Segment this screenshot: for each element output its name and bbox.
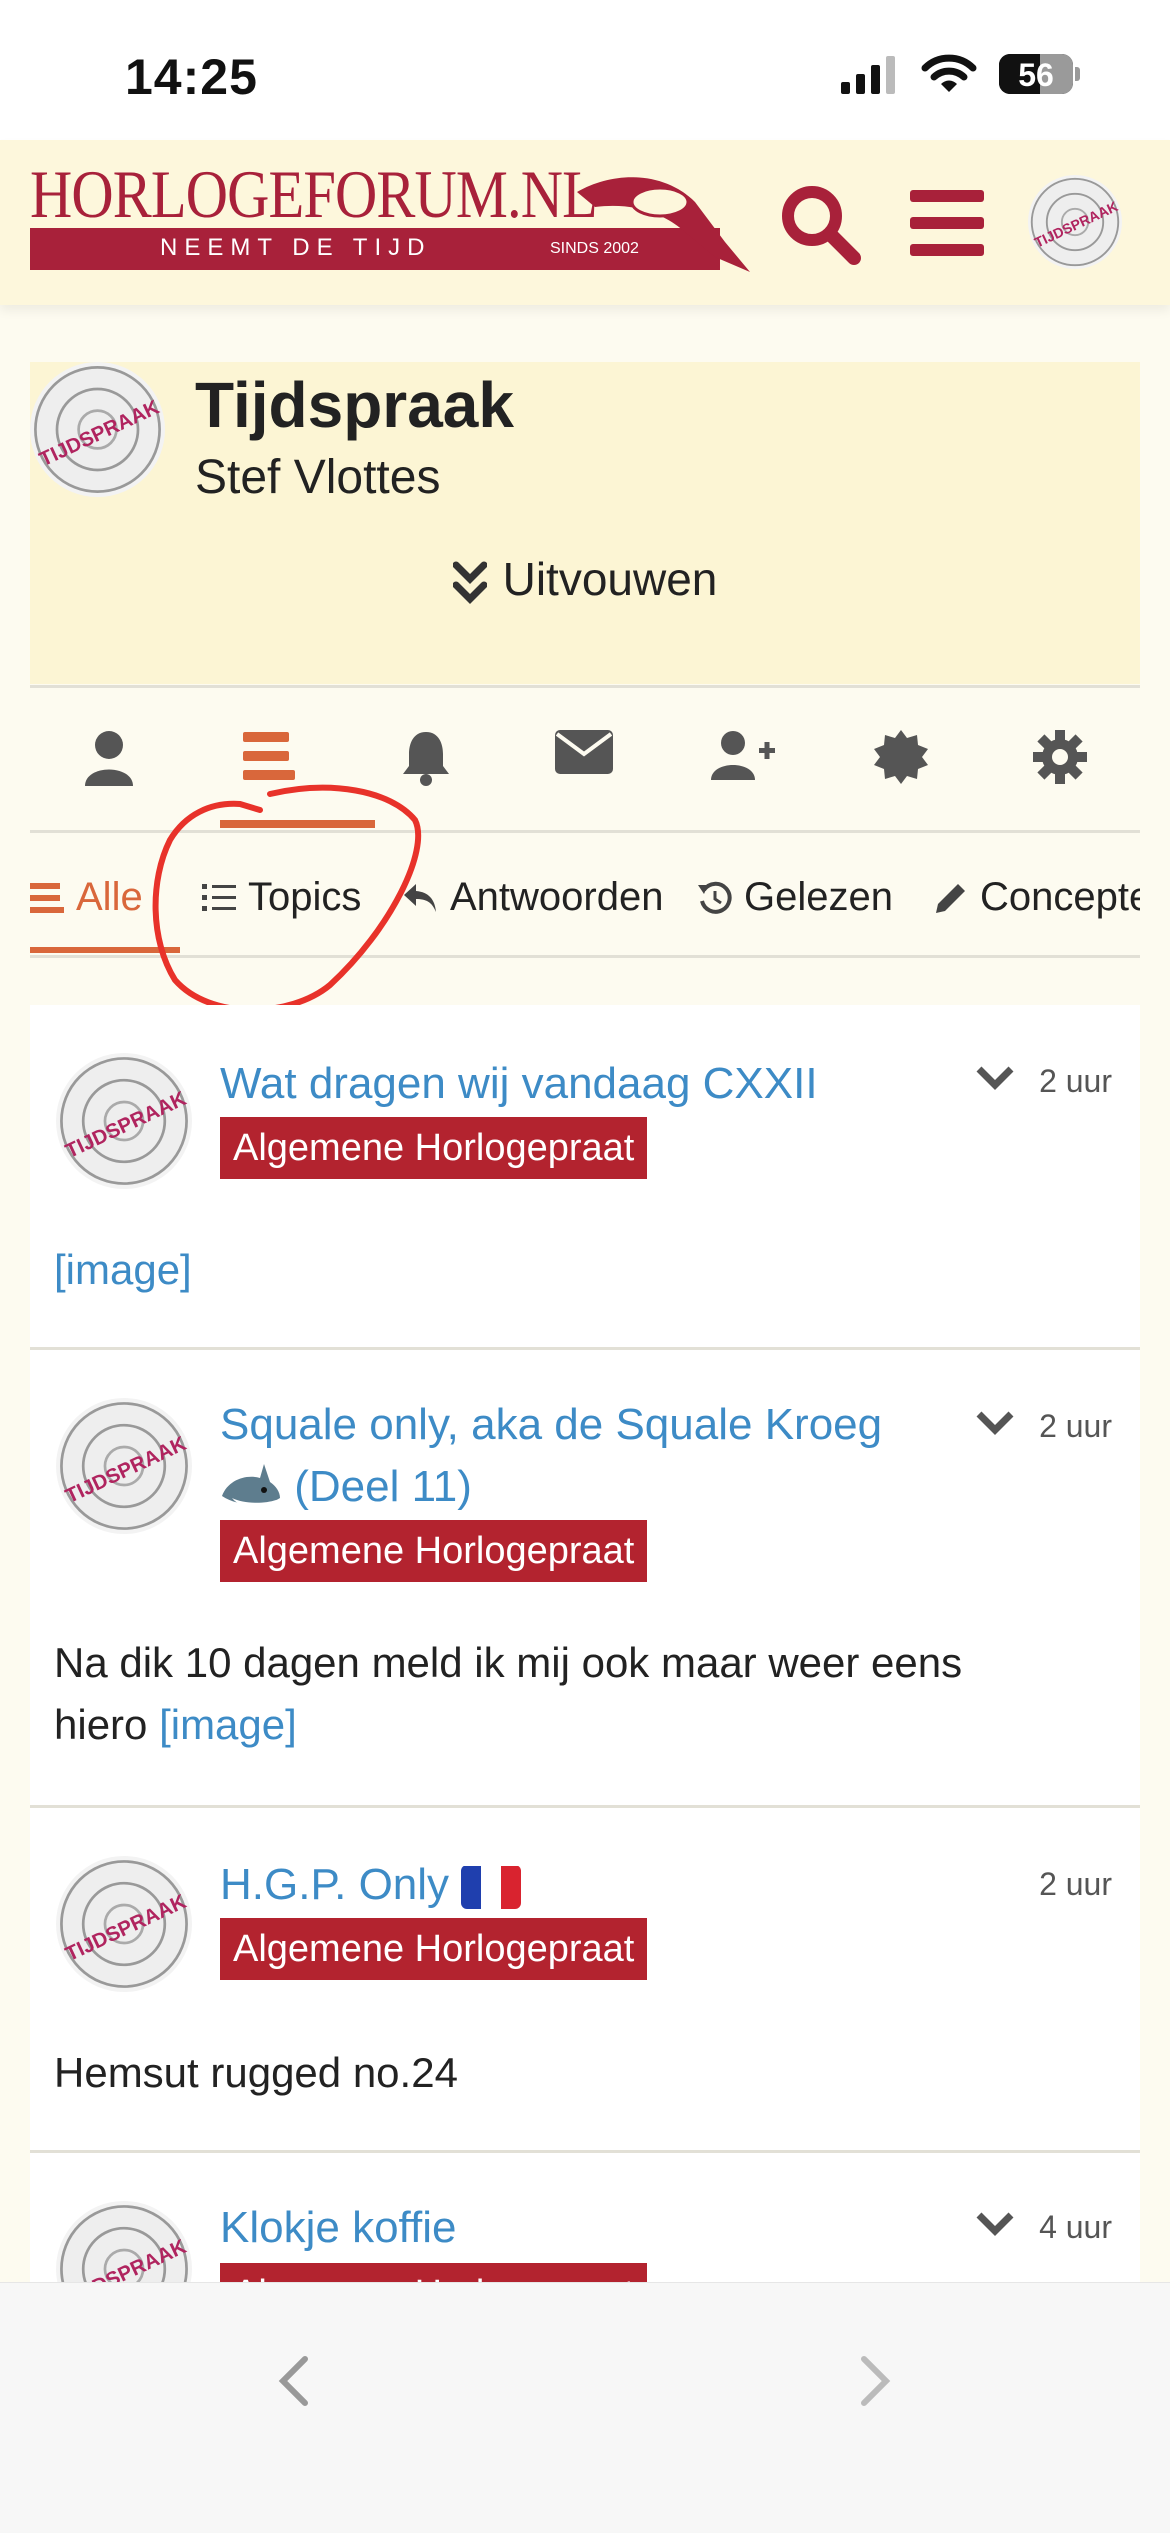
post-title[interactable]: Wat dragen wij vandaag CXXII xyxy=(220,1053,980,1115)
nav-invites[interactable] xyxy=(693,730,793,800)
status-bar: 14:25 56 xyxy=(0,0,1170,140)
category-badge[interactable]: Algemene Horlogepraat xyxy=(220,1918,648,1980)
france-flag-icon xyxy=(461,1865,522,1910)
profile-avatar: TIJDSPRAAK xyxy=(30,362,165,497)
post-time: 2 uur xyxy=(1039,1408,1112,1444)
post-time: 2 uur xyxy=(1039,1866,1112,1902)
post-excerpt: Na dik 10 dagen meld ik mij ook maar wee… xyxy=(54,1639,963,1748)
nav-preferences[interactable] xyxy=(1010,730,1110,800)
post-title[interactable]: Squale only, aka de Squale Kroeg (Deel 1… xyxy=(220,1394,980,1518)
post-title[interactable]: H.G.P. Only xyxy=(220,1854,980,1916)
shark-icon xyxy=(222,1464,280,1509)
tab-antwoorden[interactable]: Antwoorden xyxy=(402,875,663,920)
status-icons: 56 xyxy=(839,54,1080,94)
logo-text: HORLOGEFORUM.NL xyxy=(30,156,598,232)
tab-concepten[interactable]: Concepten xyxy=(934,875,1140,920)
user-plus-icon xyxy=(711,731,775,780)
chevron-down-icon[interactable] xyxy=(975,1065,1015,1091)
pencil-icon xyxy=(936,883,965,913)
post-title[interactable]: Klokje koffie xyxy=(220,2197,980,2259)
expand-button[interactable]: Uitvouwen xyxy=(30,552,1140,606)
envelope-icon xyxy=(555,730,613,774)
expand-label: Uitvouwen xyxy=(502,553,718,605)
post-time: 4 uur xyxy=(1039,2209,1112,2245)
category-badge[interactable]: Algemene Horlogepraat xyxy=(220,1117,648,1179)
signal-icon xyxy=(841,56,895,94)
user-icon xyxy=(85,731,133,786)
chevron-down-icon[interactable] xyxy=(975,2211,1015,2237)
post-item[interactable]: TIJDSPRAAK Wat dragen wij vandaag CXXII … xyxy=(30,1005,1140,1347)
post-item[interactable]: TIJDSPRAAK H.G.P. Only Algemene Horlogep… xyxy=(30,1808,1140,2150)
nav-messages[interactable] xyxy=(534,730,634,800)
annotation-circle xyxy=(152,784,422,1013)
tab-gelezen[interactable]: Gelezen xyxy=(698,875,893,920)
double-chevron-down-icon xyxy=(452,561,488,604)
browser-toolbar xyxy=(0,2282,1170,2533)
post-excerpt: [image] xyxy=(54,1239,1114,1301)
profile-fullname: Stef Vlottes xyxy=(195,451,441,504)
status-time: 14:25 xyxy=(125,49,258,105)
search-icon[interactable] xyxy=(778,182,862,266)
logo-tagline: NEEMT DE TIJD xyxy=(160,234,432,261)
image-link[interactable]: [image] xyxy=(159,1701,297,1748)
back-arrow-icon[interactable] xyxy=(275,2353,311,2409)
post-avatar: TIJDSPRAAK xyxy=(56,1856,192,1992)
post-excerpt: Hemsut rugged no.24 xyxy=(54,2049,458,2096)
post-avatar: TIJDSPRAAK xyxy=(56,1053,192,1189)
post-time: 2 uur xyxy=(1039,1063,1112,1099)
post-item[interactable]: TIJDSPRAAK Squale only, aka de Squale Kr… xyxy=(30,1350,1140,1805)
battery-icon: 56 xyxy=(999,54,1073,94)
wifi-icon xyxy=(921,54,977,92)
profile-username: Tijdspraak xyxy=(195,369,514,441)
profile-card: TIJDSPRAAK Tijdspraak Stef Vlottes Uitvo… xyxy=(30,362,1140,684)
bell-icon xyxy=(403,732,449,786)
post-avatar: TIJDSPRAAK xyxy=(56,1398,192,1534)
watch-hand-logo-icon xyxy=(577,177,750,272)
hamburger-menu-icon[interactable] xyxy=(910,190,984,256)
gear-icon xyxy=(1033,730,1087,784)
category-badge[interactable]: Algemene Horlogepraat xyxy=(220,1520,648,1582)
user-avatar[interactable]: TIJDSPRAAK xyxy=(1028,175,1122,269)
nav-summary[interactable] xyxy=(59,730,159,800)
post-item[interactable]: TIJDSPRAAK Klokje koffie Algemene Horlog… xyxy=(30,2153,1140,2337)
chevron-down-icon[interactable] xyxy=(975,1410,1015,1436)
badge-icon xyxy=(874,730,928,784)
activity-list-icon xyxy=(243,732,295,780)
stream-icon xyxy=(30,882,64,913)
battery-level: 56 xyxy=(1018,57,1054,93)
nav-badges[interactable] xyxy=(851,730,951,800)
forum-header: HORLOGEFORUM.NL NEEMT DE TIJD SINDS 2002… xyxy=(0,140,1170,305)
forum-logo[interactable]: HORLOGEFORUM.NL NEEMT DE TIJD SINDS 2002 xyxy=(30,156,750,272)
forward-arrow-icon[interactable] xyxy=(858,2353,894,2409)
image-link[interactable]: [image] xyxy=(54,1246,192,1293)
history-icon xyxy=(698,881,732,914)
tab-alle[interactable]: Alle xyxy=(30,875,143,920)
